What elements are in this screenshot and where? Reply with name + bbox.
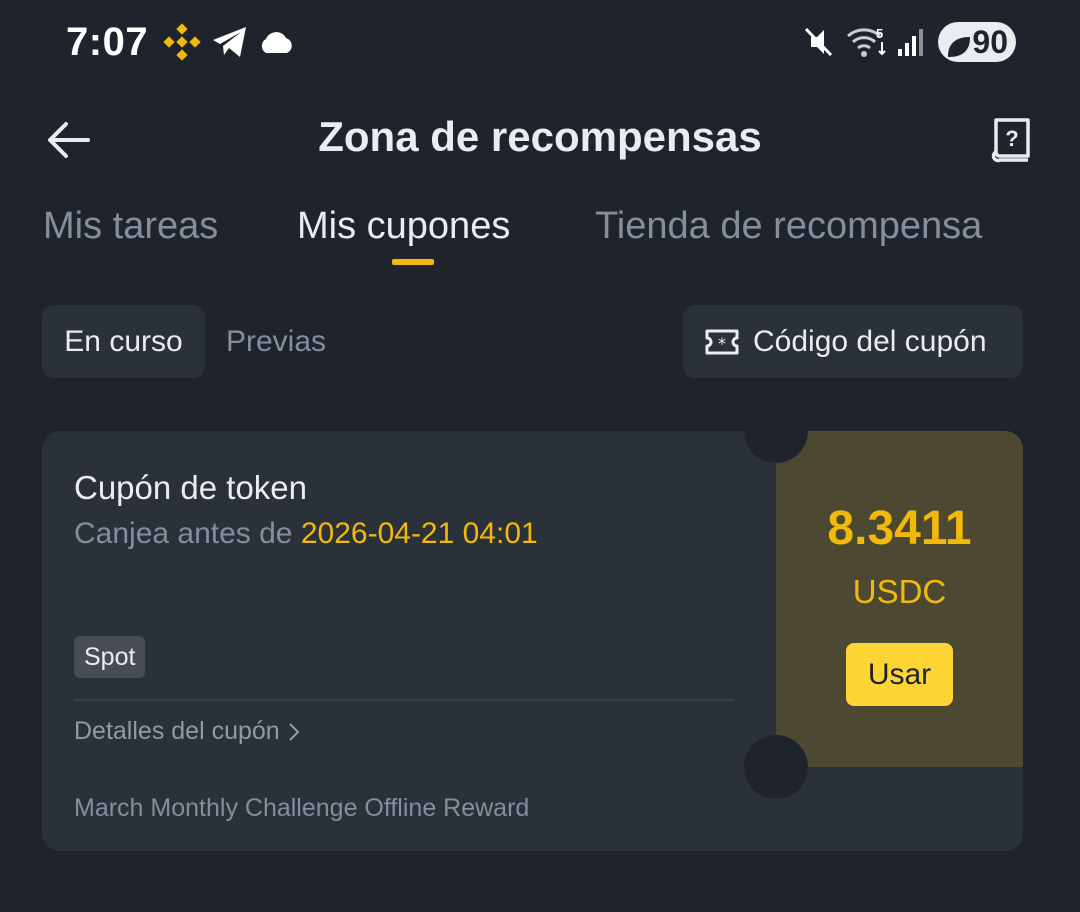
status-bar: 7:07 5 90 [0,0,1080,86]
tab-tienda-de-recompensa[interactable]: Tienda de recompensa [595,205,982,248]
expiry-date: 2026-04-21 04:01 [300,517,538,550]
help-button[interactable]: ? [990,116,1034,164]
coupon-code-button[interactable]: * Código del cupón [683,305,1023,378]
coupon-title: Cupón de token [74,469,308,506]
filter-en-curso[interactable]: En curso [42,305,205,378]
battery-saver-icon [946,30,972,67]
status-time: 7:07 [66,20,149,64]
coupon-details-label: Detalles del cupón [74,717,280,745]
tab-mis-cupones[interactable]: Mis cupones [297,205,510,248]
coupon-type-badge: Spot [74,636,146,678]
coupon-card: Cupón de token Canjea antes de 2026-04-2… [42,431,1023,851]
card-divider [74,699,734,701]
ticket-notch-bottom [744,735,808,799]
chevron-right-icon [288,722,300,741]
page-title: Zona de recompensas [318,113,762,160]
svg-text:*: * [718,334,726,353]
coupon-unit: USDC [852,573,947,610]
coupon-campaign: March Monthly Challenge Offline Reward [74,794,530,822]
coupon-details-link[interactable]: Detalles del cupón [74,717,300,746]
wifi-icon: 5 [846,22,890,62]
svg-text:5: 5 [876,26,883,41]
telegram-icon [210,22,250,62]
filter-previas[interactable]: Previas [226,305,326,378]
mute-icon [800,22,836,62]
help-book-icon: ? [991,118,1030,163]
signal-icon [896,22,926,62]
battery-indicator: 90 [938,22,1016,62]
expiry-prefix: Canjea antes de [74,517,293,550]
coupon-expiry: Canjea antes de 2026-04-21 04:01 [74,517,538,551]
ticket-icon: * [705,329,739,354]
battery-level: 90 [972,23,1008,60]
svg-text:?: ? [1005,126,1018,151]
tab-mis-tareas[interactable]: Mis tareas [43,205,218,248]
cloud-icon [256,22,296,62]
coupon-amount: 8.3411 [827,502,972,555]
use-coupon-button[interactable]: Usar [846,643,953,706]
binance-icon [162,22,202,62]
active-tab-indicator [392,259,434,265]
coupon-code-label: Código del cupón [753,324,987,358]
